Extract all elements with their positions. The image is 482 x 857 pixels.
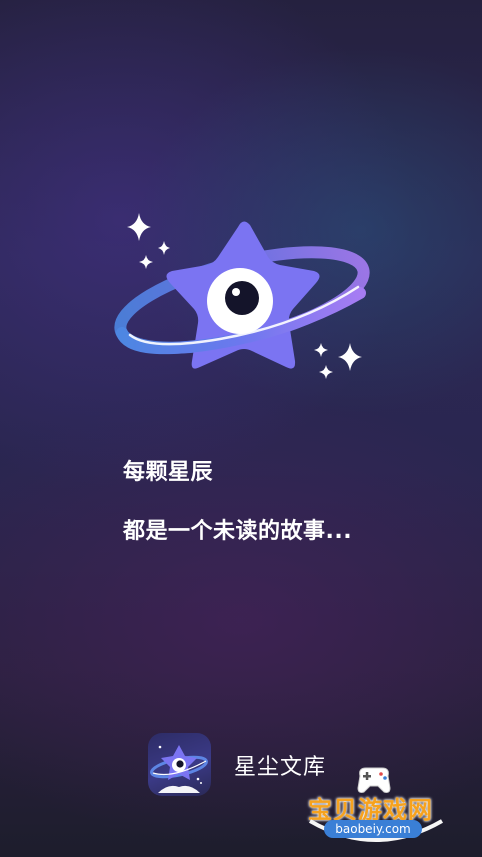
eye-pupil <box>225 281 259 315</box>
watermark: 宝贝游戏网 baobeiy.com <box>300 760 450 850</box>
tagline-line-1: 每颗星辰 <box>123 460 214 485</box>
hero-star-planet-logo <box>114 213 370 379</box>
star-planet-app-icon <box>150 745 208 793</box>
watermark-url: baobeiy.com <box>324 820 422 838</box>
app-icon <box>148 733 211 796</box>
eye-glint <box>232 288 240 296</box>
sparkles-right <box>314 343 362 379</box>
tagline-line-2: 都是一个未读的故事... <box>123 519 353 544</box>
sparkles-left <box>127 213 170 269</box>
